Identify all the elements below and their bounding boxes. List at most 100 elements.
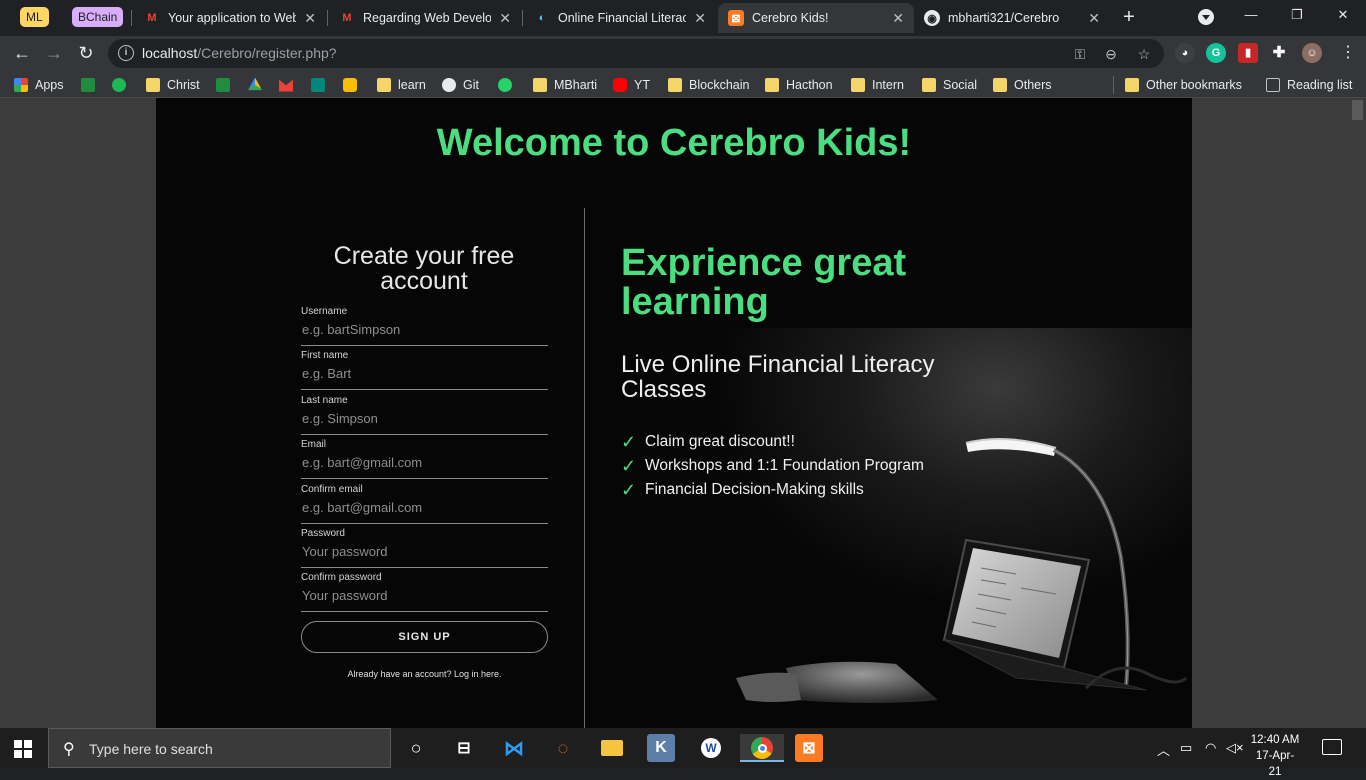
bookmark-google-drive[interactable] <box>248 75 269 94</box>
tab-title: Online Financial Literacy <box>558 11 687 25</box>
profile-avatar[interactable]: ☺ <box>1302 43 1322 63</box>
confirm-email-label: Confirm email <box>301 484 363 495</box>
minimize-button[interactable]: — <box>1228 0 1274 32</box>
reading-list[interactable]: Reading list <box>1266 75 1352 94</box>
taskbar-search-box[interactable]: ⚲ Type here to search <box>48 728 391 768</box>
xampp-icon: ⊠ <box>728 10 744 26</box>
hero-title: Exprience great learning <box>621 242 907 323</box>
battery-icon[interactable]: ▭ <box>1180 740 1192 756</box>
bookmark-google-classroom[interactable] <box>81 75 102 94</box>
feature-item: ✓ Financial Decision-Making skills <box>621 479 864 501</box>
password-input[interactable] <box>301 541 548 561</box>
bookmark-intern[interactable]: Intern <box>851 75 904 94</box>
confirm-password-field: Confirm password <box>301 572 548 612</box>
last-name-field: Last name <box>301 395 548 435</box>
bookmark-star-icon[interactable]: ☆ <box>1134 44 1154 64</box>
username-input[interactable] <box>301 319 548 339</box>
site-info-icon[interactable]: i <box>118 45 134 61</box>
close-tab-icon[interactable]: ✕ <box>892 10 904 27</box>
bookmark-google-classroom[interactable] <box>216 75 237 94</box>
confirm-password-input[interactable] <box>301 585 548 605</box>
bookmark-whatsapp[interactable] <box>498 75 519 94</box>
tab-separator <box>131 10 132 26</box>
bookmark-gmail[interactable] <box>279 75 300 94</box>
tray-chevron-icon[interactable]: ︿ <box>1157 740 1170 759</box>
bookmark-social[interactable]: Social <box>922 75 977 94</box>
scrollbar-thumb[interactable] <box>1352 100 1363 120</box>
tab-search-icon[interactable] <box>1198 9 1214 25</box>
bookmark-keep[interactable] <box>343 75 364 94</box>
page-scrollbar[interactable] <box>1349 98 1366 728</box>
bookmark-spotify[interactable] <box>112 75 133 94</box>
close-tab-icon[interactable]: ✕ <box>1088 10 1100 27</box>
forward-button[interactable]: → <box>41 40 67 66</box>
folder-icon <box>533 77 547 92</box>
bookmark-google-meet[interactable] <box>311 75 332 94</box>
extension-icon[interactable]: ▮ <box>1238 43 1258 63</box>
keep-icon <box>343 77 357 92</box>
first-name-input[interactable] <box>301 363 548 383</box>
bookmark-apps[interactable]: Apps <box>14 75 64 94</box>
bookmark-blockchain[interactable]: Blockchain <box>668 75 749 94</box>
close-tab-icon[interactable]: ✕ <box>694 10 706 27</box>
maximize-button[interactable]: ❐ <box>1274 0 1320 32</box>
password-field: Password <box>301 528 548 568</box>
tab-online-financial-literacy[interactable]: ◐ Online Financial Literacy ✕ <box>524 3 716 33</box>
cortana-icon[interactable]: ○ <box>402 734 430 762</box>
whatsapp-icon <box>498 77 512 92</box>
bookmark-git[interactable]: Git <box>442 75 479 94</box>
last-name-input[interactable] <box>301 408 548 428</box>
grammarly-icon[interactable]: G <box>1206 43 1226 63</box>
app-icon[interactable]: W <box>697 734 725 762</box>
sign-up-button[interactable]: SIGN UP <box>301 621 548 653</box>
back-button[interactable]: ← <box>9 40 35 66</box>
notification-icon[interactable] <box>1322 739 1342 755</box>
tab-group-ml[interactable]: ML <box>20 7 49 27</box>
tab-group-bchain[interactable]: BChain <box>72 7 124 27</box>
reload-button[interactable]: ↻ <box>73 40 99 66</box>
bookmark-learn[interactable]: learn <box>377 75 426 94</box>
file-explorer-icon[interactable] <box>598 734 626 762</box>
new-tab-button[interactable]: + <box>1118 6 1140 28</box>
bookmark-mbharti[interactable]: MBharti <box>533 75 597 94</box>
url-text[interactable]: localhost/Cerebro/register.php? <box>142 45 337 61</box>
extensions-puzzle-icon[interactable]: ✚ <box>1269 43 1289 63</box>
tab-gmail-application[interactable]: M Your application to Web ✕ <box>134 3 326 33</box>
jupyter-icon[interactable]: ◌ <box>549 734 577 762</box>
tab-github-cerebro[interactable]: ◉ mbharti321/Cerebro ✕ <box>914 3 1110 33</box>
xampp-icon[interactable]: ⊠ <box>795 734 823 762</box>
extension-icon[interactable]: ◕ <box>1175 43 1195 63</box>
bookmark-others[interactable]: Others <box>993 75 1052 94</box>
youtube-icon <box>613 77 627 92</box>
taskbar-clock[interactable]: 12:40 AM 17-Apr-21 <box>1250 732 1300 780</box>
task-view-icon[interactable]: ⊟ <box>450 734 478 762</box>
bookmark-label: Others <box>1014 77 1052 92</box>
close-tab-icon[interactable]: ✕ <box>499 10 511 27</box>
chrome-taskbar-button[interactable] <box>740 734 784 762</box>
other-bookmarks[interactable]: Other bookmarks <box>1125 75 1242 94</box>
confirm-email-input[interactable] <box>301 497 548 517</box>
email-input[interactable] <box>301 452 548 472</box>
bookmark-christ[interactable]: Christ <box>146 75 200 94</box>
email-label: Email <box>301 439 327 450</box>
menu-icon[interactable]: ⋮ <box>1338 43 1358 63</box>
app-icon[interactable]: K <box>647 734 675 762</box>
vscode-icon[interactable]: ⋈ <box>500 734 528 762</box>
github-icon <box>442 77 456 92</box>
zoom-icon[interactable]: ⊖ <box>1101 44 1121 64</box>
close-window-button[interactable]: ✕ <box>1320 0 1366 32</box>
tab-cerebro-kids[interactable]: ⊠ Cerebro Kids! ✕ <box>718 3 914 33</box>
windows-start-icon[interactable] <box>14 740 32 758</box>
address-bar[interactable]: i localhost/Cerebro/register.php? ⚿ ⊖ ☆ <box>108 39 1164 68</box>
tab-gmail-regarding[interactable]: M Regarding Web Developm ✕ <box>329 3 521 33</box>
bookmark-hacthon[interactable]: Hacthon <box>765 75 833 94</box>
folder-icon <box>922 77 936 92</box>
close-tab-icon[interactable]: ✕ <box>304 10 316 27</box>
bookmark-label: Social <box>943 77 978 92</box>
login-link[interactable]: Already have an account? Log in here. <box>301 669 548 679</box>
feature-text: Financial Decision-Making skills <box>645 481 864 498</box>
key-icon[interactable]: ⚿ <box>1070 44 1090 64</box>
wifi-icon[interactable]: ◠ <box>1205 740 1216 756</box>
bookmark-yt[interactable]: YT <box>613 75 650 94</box>
volume-icon[interactable]: ◁× <box>1226 740 1244 756</box>
